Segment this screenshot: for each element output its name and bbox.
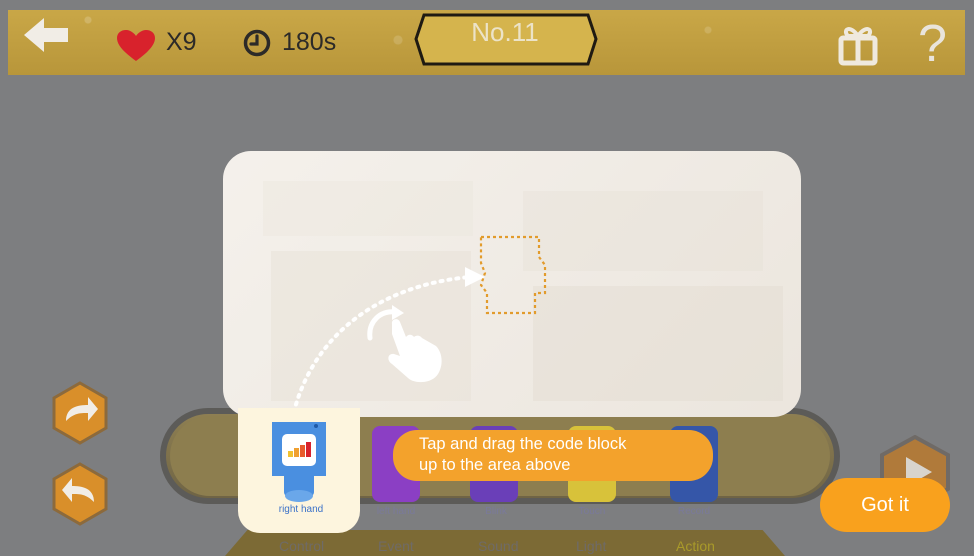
- back-arrow-icon[interactable]: [22, 16, 70, 54]
- tray-label-record: Record: [677, 506, 711, 517]
- question-mark-icon[interactable]: ?: [918, 14, 947, 74]
- undo-button[interactable]: [48, 462, 112, 526]
- right-hand-block[interactable]: [266, 418, 332, 506]
- tooltip-line-2: up to the area above: [419, 456, 571, 474]
- heart-icon: [117, 30, 155, 61]
- tray-label-blink: Blink: [485, 506, 507, 517]
- tray-label-right-hand: right hand: [278, 504, 324, 515]
- tooltip-line-1: Tap and drag the code block: [419, 435, 627, 453]
- timer-value: 180s: [282, 28, 337, 56]
- redo-button[interactable]: [48, 381, 112, 445]
- hand-pointer-icon: [367, 305, 442, 383]
- gift-icon[interactable]: [836, 22, 880, 66]
- instruction-tooltip: Tap and drag the code block up to the ar…: [393, 430, 713, 481]
- tab-control[interactable]: Control: [279, 538, 324, 554]
- clock-icon: [243, 29, 271, 57]
- tray-label-left-hand: left hand: [376, 506, 416, 517]
- level-number: No.11: [471, 17, 539, 47]
- tab-action[interactable]: Action: [676, 538, 715, 554]
- got-it-button[interactable]: Got it: [820, 478, 950, 532]
- lives-count: X9: [166, 28, 197, 56]
- tab-sound[interactable]: Sound: [478, 538, 518, 554]
- tab-light[interactable]: Light: [576, 538, 606, 554]
- tray-label-touch: Touch: [578, 506, 606, 517]
- tab-event[interactable]: Event: [378, 538, 414, 554]
